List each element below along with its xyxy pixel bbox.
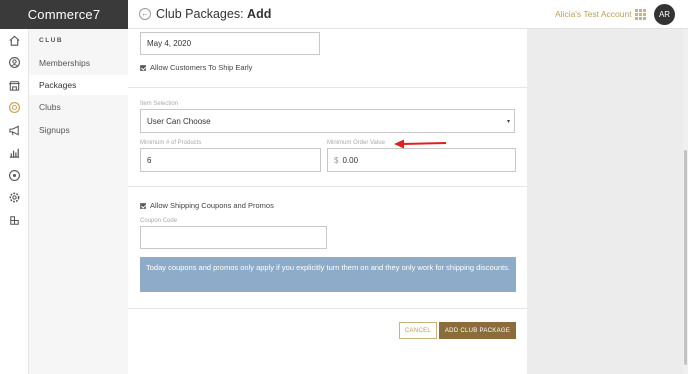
chevron-down-icon: ▾ [506,119,510,125]
page-title-action: Add [247,7,272,21]
reports-icon[interactable] [8,146,21,159]
section-divider [128,186,527,187]
palette-icon[interactable] [8,169,21,182]
app-grid-icon[interactable] [635,9,646,20]
package-form-card: May 4, 2020 Allow Customers To Ship Earl… [128,29,527,374]
apps-icon[interactable] [8,214,21,227]
store-icon[interactable] [8,79,21,92]
ship-early-checkbox[interactable] [140,64,146,71]
section-divider [128,87,527,88]
submenu-item-packages[interactable]: Packages [29,75,128,95]
clubs-icon[interactable] [8,101,21,114]
top-bar: Commerce7 ← Club Packages: Add Alicia's … [0,0,688,29]
icon-rail [0,29,29,374]
page-title: Club Packages: Add [156,7,271,21]
min-order-value: 0.00 [342,155,359,165]
scrollbar-thumb[interactable] [684,150,687,365]
submenu-item-clubs[interactable]: Clubs [29,97,128,117]
back-arrow-icon[interactable]: ← [139,8,151,20]
shipping-coupons-checkbox[interactable] [140,202,146,209]
min-order-label: Minimum Order Value [327,140,385,146]
shipping-coupons-info: Today coupons and promos only apply if y… [140,257,516,292]
min-order-input[interactable]: $ 0.00 [327,148,516,172]
cancel-button[interactable]: CANCEL [399,322,437,339]
megaphone-icon[interactable] [8,124,21,137]
submenu-item-memberships[interactable]: Memberships [29,53,128,73]
ship-early-checkbox-row[interactable]: Allow Customers To Ship Early [140,63,252,72]
customers-icon[interactable] [8,56,21,69]
min-products-input[interactable]: 6 [140,148,321,172]
add-club-package-button[interactable]: ADD CLUB PACKAGE [439,322,516,339]
shipping-coupons-checkbox-row[interactable]: Allow Shipping Coupons and Promos [140,201,274,210]
page-title-prefix: Club Packages: [156,7,244,21]
min-products-label: Minimum # of Products [140,140,202,146]
item-selection-select[interactable]: User Can Choose ▾ [140,109,515,133]
ship-early-label: Allow Customers To Ship Early [150,63,253,72]
home-icon[interactable] [8,34,21,47]
submenu-title: CLUB [39,37,64,44]
club-submenu: CLUB Memberships Packages Clubs Signups [29,29,128,374]
coupon-code-input[interactable] [140,226,327,249]
currency-prefix: $ [334,155,339,165]
shipping-coupons-label: Allow Shipping Coupons and Promos [150,201,274,210]
account-switcher[interactable]: Alicia's Test Account [555,9,632,19]
brand-logo[interactable]: Commerce7 [0,0,128,29]
ship-date-field[interactable]: May 4, 2020 [140,32,320,55]
settings-icon[interactable] [8,191,21,204]
coupon-code-label: Coupon Code [140,218,178,224]
annotation-arrow-icon [394,139,447,149]
section-divider [128,308,527,309]
avatar[interactable]: AR [654,4,675,25]
submenu-item-signups[interactable]: Signups [29,120,128,140]
item-selection-value: User Can Choose [147,116,211,126]
item-selection-label: Item Selection [140,101,179,107]
